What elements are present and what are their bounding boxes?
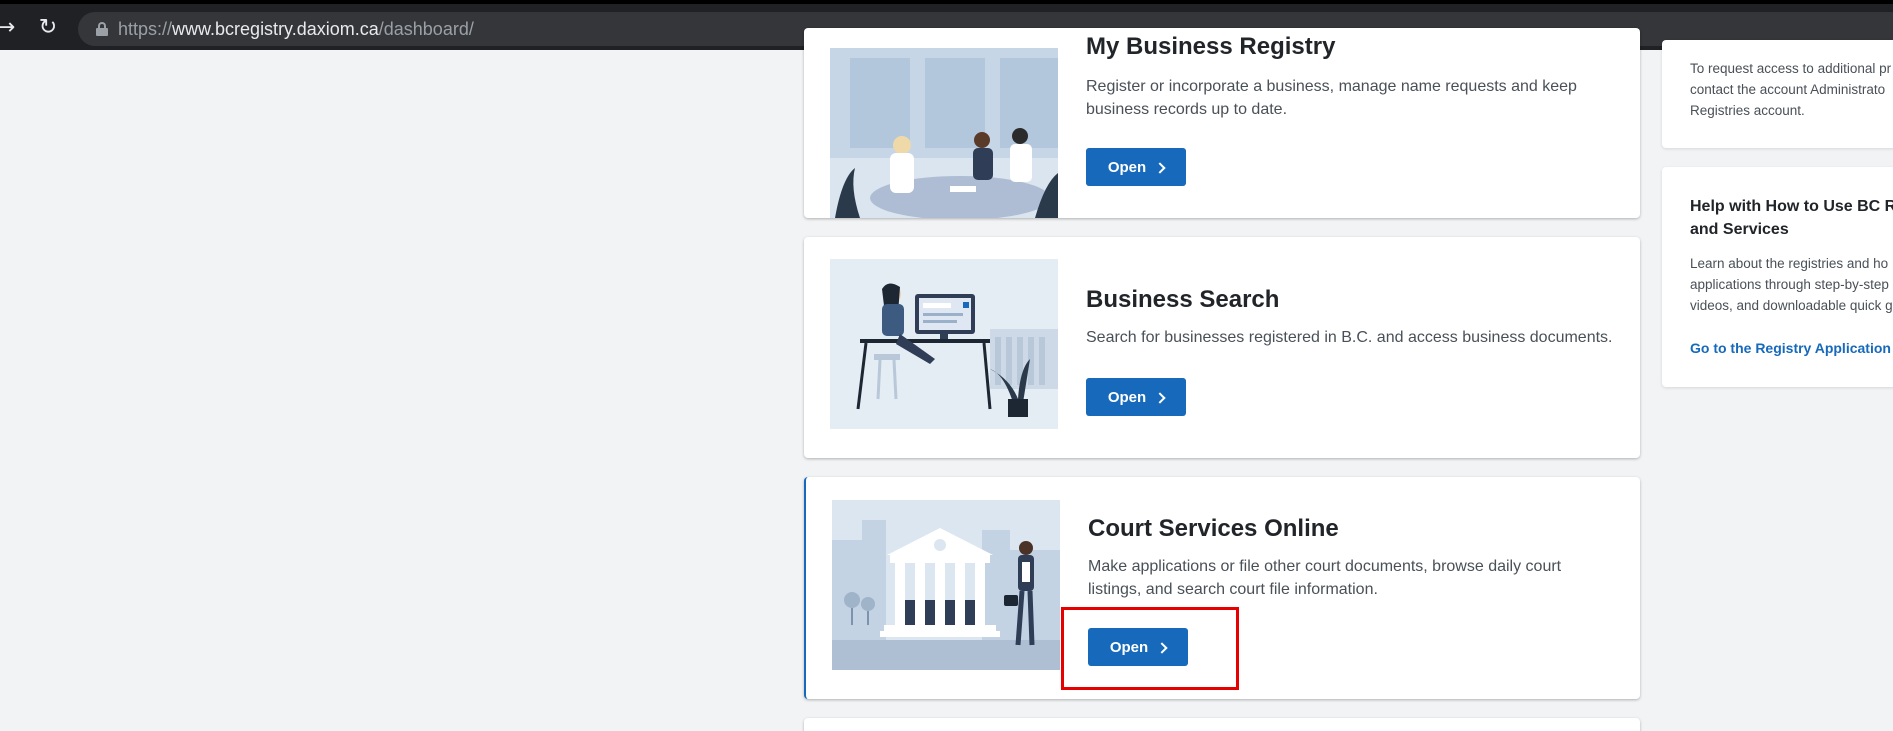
court-services-illustration [832, 500, 1060, 670]
chevron-right-icon [1156, 641, 1168, 654]
sidebar-help-title-1: Help with How to Use BC Reg [1690, 198, 1893, 215]
business-search-illustration [830, 259, 1058, 429]
url-scheme: https:// [118, 19, 173, 39]
card-title: Business Search [1086, 286, 1280, 313]
sidebar-help-card: Help with How to Use BC Reg and Services… [1662, 167, 1893, 387]
sidebar-help-text-3: videos, and downloadable quick g [1690, 298, 1893, 313]
card-court-services-online: Court Services Online Make applications … [804, 477, 1640, 699]
sidebar-help-text-2: applications through step-by-step [1690, 277, 1889, 292]
sidebar-access-text-3: Registries account. [1690, 103, 1805, 118]
open-business-search-button[interactable]: Open [1086, 378, 1186, 416]
lock-icon[interactable] [96, 22, 108, 36]
card-my-business-registry: My Business Registry Register or incorpo… [804, 28, 1640, 218]
url-path: /dashboard/ [378, 19, 474, 39]
card-next-partial [804, 718, 1640, 731]
url-host: www.bcregistry.daxiom.ca [172, 19, 379, 39]
forward-arrow-icon[interactable]: → [0, 16, 18, 40]
chevron-right-icon [1154, 161, 1166, 174]
card-description: Make applications or file other court do… [1088, 558, 1562, 598]
card-title: My Business Registry [1086, 33, 1336, 60]
card-title: Court Services Online [1088, 515, 1339, 542]
card-description: Register or incorporate a business, mana… [1086, 78, 1577, 118]
registry-application-help-link[interactable]: Go to the Registry Application I [1690, 340, 1893, 356]
sidebar-access-text-2: contact the account Administrato [1690, 82, 1886, 97]
chevron-right-icon [1154, 391, 1166, 404]
reload-icon[interactable]: ↻ [36, 16, 60, 40]
sidebar-access-card: To request access to additional pr conta… [1662, 40, 1893, 148]
open-my-business-registry-button[interactable]: Open [1086, 148, 1186, 186]
sidebar-help-title-2: and Services [1690, 221, 1789, 238]
card-business-search: Business Search Search for businesses re… [804, 237, 1640, 458]
button-label: Open [1109, 638, 1149, 656]
sidebar-access-text-1: To request access to additional pr [1690, 61, 1892, 76]
button-label: Open [1107, 158, 1147, 176]
open-court-services-online-button[interactable]: Open [1088, 628, 1188, 666]
business-registry-illustration [830, 48, 1058, 218]
url-text[interactable]: https://www.bcregistry.daxiom.ca/dashboa… [118, 20, 474, 39]
sidebar-help-text-1: Learn about the registries and ho [1690, 256, 1889, 271]
button-label: Open [1107, 388, 1147, 406]
card-description: Search for businesses registered in B.C.… [1086, 329, 1613, 346]
